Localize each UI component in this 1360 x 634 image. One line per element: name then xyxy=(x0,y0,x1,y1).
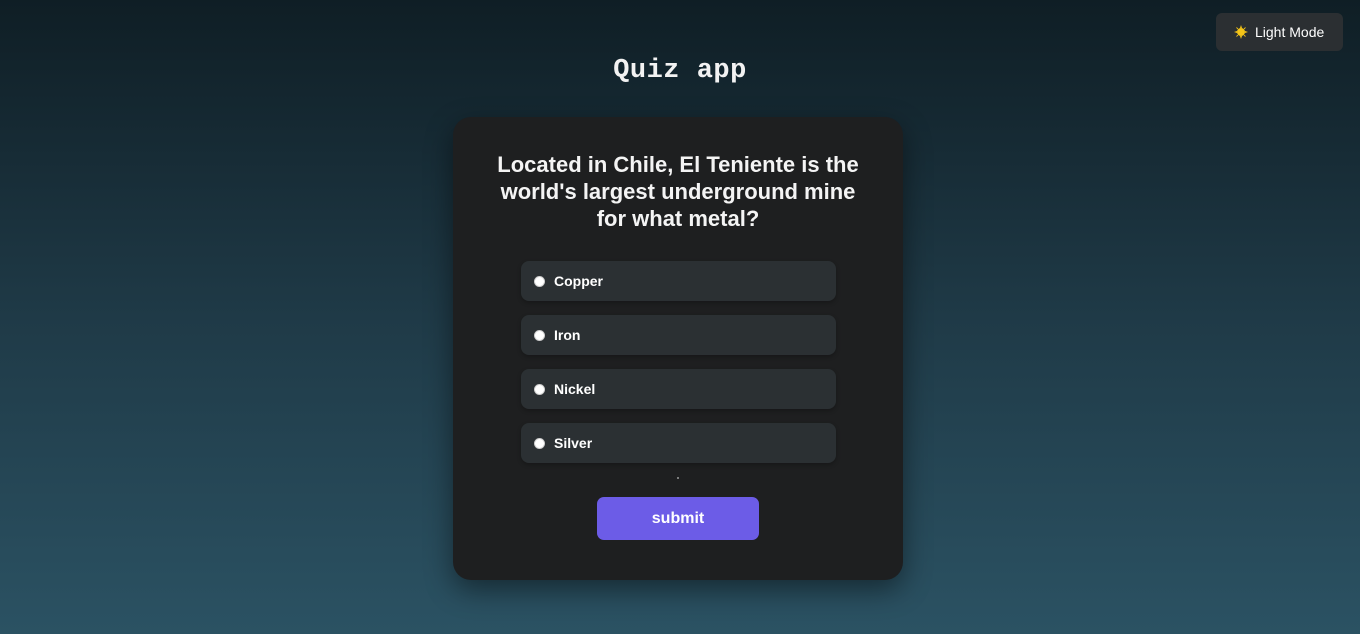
radio-button[interactable] xyxy=(534,437,545,449)
sun-icon xyxy=(1234,25,1248,39)
question-text: Located in Chile, El Teniente is the wor… xyxy=(497,152,859,231)
answer-option-label: Silver xyxy=(554,435,593,451)
radio-button[interactable] xyxy=(534,275,545,287)
app-title: Quiz app xyxy=(613,56,747,86)
answer-option-silver[interactable]: Silver xyxy=(521,423,836,463)
divider-dot xyxy=(677,477,679,479)
answer-option-iron[interactable]: Iron xyxy=(521,315,836,355)
radio-button[interactable] xyxy=(534,329,545,341)
answer-options-list: Copper Iron Nickel Silver xyxy=(521,261,836,477)
answer-option-copper[interactable]: Copper xyxy=(521,261,836,301)
answer-option-label: Copper xyxy=(554,273,603,289)
answer-option-nickel[interactable]: Nickel xyxy=(521,369,836,409)
answer-option-label: Iron xyxy=(554,327,581,343)
quiz-card: Located in Chile, El Teniente is the wor… xyxy=(453,117,903,580)
radio-button[interactable] xyxy=(534,383,545,395)
submit-button[interactable]: submit xyxy=(597,497,759,540)
light-mode-label: Light Mode xyxy=(1255,24,1325,40)
light-mode-toggle-button[interactable]: Light Mode xyxy=(1216,13,1343,51)
answer-option-label: Nickel xyxy=(554,381,596,397)
